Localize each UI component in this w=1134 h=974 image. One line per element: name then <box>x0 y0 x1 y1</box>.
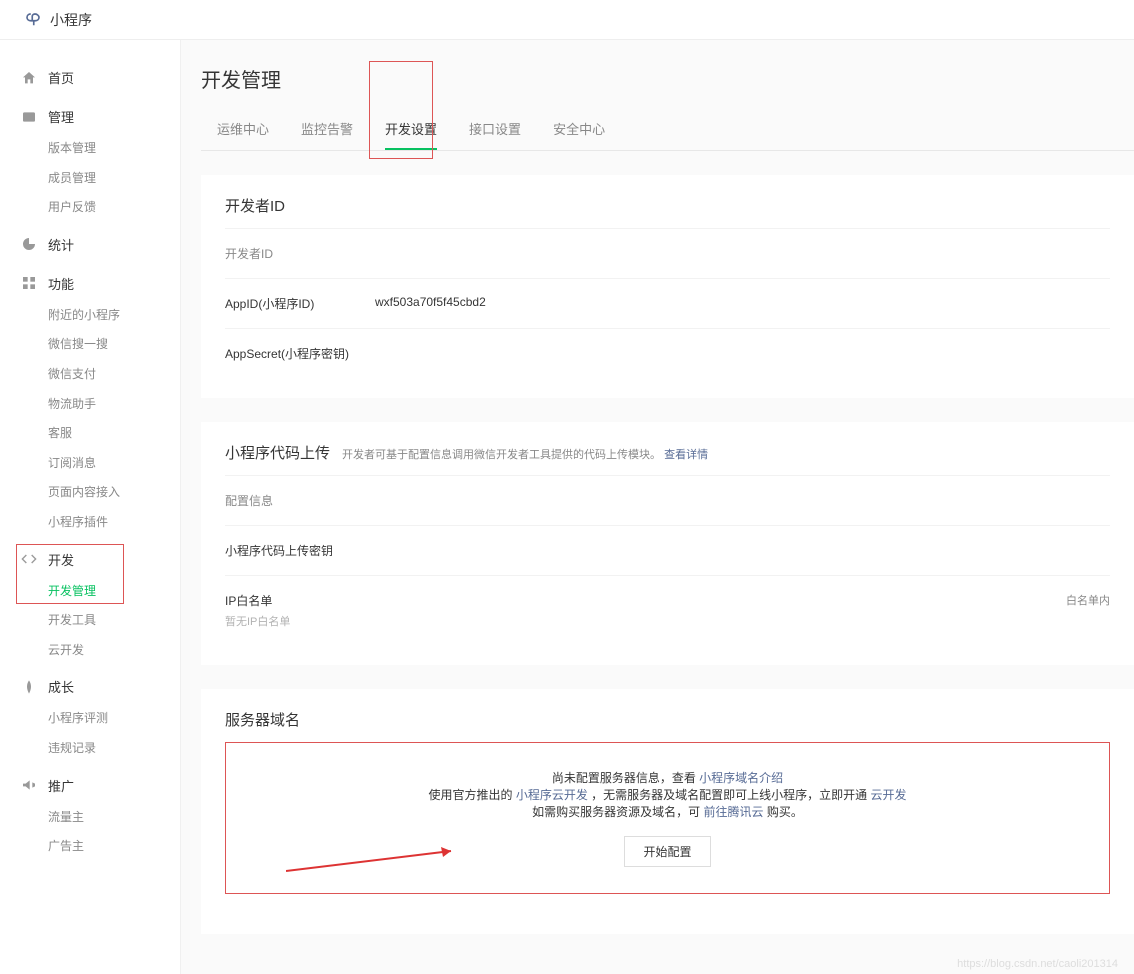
logo-icon <box>24 11 42 29</box>
main-content: 开发管理 运维中心 监控告警 开发设置 接口设置 安全中心 开发者ID 开发者I… <box>180 40 1134 974</box>
sidebar-sub-traffic[interactable]: 流量主 <box>0 803 180 833</box>
sidebar-sub-pay[interactable]: 微信支付 <box>0 360 180 390</box>
sidebar-sub-devtools[interactable]: 开发工具 <box>0 606 180 636</box>
tab-security[interactable]: 安全中心 <box>553 109 605 150</box>
sidebar-label: 开发 <box>48 550 74 569</box>
domain-line2: 使用官方推出的 小程序云开发 ，无需服务器及域名配置即可上线小程序，立即开通 云… <box>246 786 1089 803</box>
sidebar-sub-version[interactable]: 版本管理 <box>0 134 180 164</box>
sidebar-label: 成长 <box>48 677 74 696</box>
tab-ops[interactable]: 运维中心 <box>217 109 269 150</box>
sidebar-sub-nearby[interactable]: 附近的小程序 <box>0 301 180 331</box>
sidebar-sub-advertiser[interactable]: 广告主 <box>0 832 180 862</box>
devid-card: 开发者ID 开发者ID AppID(小程序ID) wxf503a70f5f45c… <box>201 175 1134 398</box>
cloud-dev-link2[interactable]: 云开发 <box>871 788 907 802</box>
upload-secret-label: 小程序代码上传密钥 <box>225 542 375 559</box>
domain-line1: 尚未配置服务器信息，查看 小程序域名介绍 <box>246 769 1089 786</box>
upload-card: 小程序代码上传 开发者可基于配置信息调用微信开发者工具提供的代码上传模块。 查看… <box>201 422 1134 665</box>
sidebar-sub-pagecontent[interactable]: 页面内容接入 <box>0 478 180 508</box>
devid-title: 开发者ID <box>225 195 1110 216</box>
sidebar-sub-violation[interactable]: 违规记录 <box>0 734 180 764</box>
domain-title: 服务器域名 <box>225 709 1110 730</box>
sidebar: 首页 管理 版本管理 成员管理 用户反馈 统计 <box>0 40 180 974</box>
tab-devsettings[interactable]: 开发设置 <box>385 109 437 150</box>
sidebar-sub-cs[interactable]: 客服 <box>0 419 180 449</box>
sidebar-label: 管理 <box>48 107 74 126</box>
devid-header-label: 开发者ID <box>225 245 375 262</box>
sidebar-item-promo[interactable]: 推广 <box>0 768 180 803</box>
tab-monitor[interactable]: 监控告警 <box>301 109 353 150</box>
sidebar-item-home[interactable]: 首页 <box>0 60 180 95</box>
growth-icon <box>20 678 38 696</box>
appid-label: AppID(小程序ID) <box>225 295 375 312</box>
sidebar-sub-plugin[interactable]: 小程序插件 <box>0 508 180 538</box>
upload-config-label: 配置信息 <box>225 492 375 509</box>
sidebar-sub-feedback[interactable]: 用户反馈 <box>0 193 180 223</box>
upload-detail-link[interactable]: 查看详情 <box>664 449 708 461</box>
sidebar-label: 首页 <box>48 68 74 87</box>
domain-card: 服务器域名 尚未配置服务器信息，查看 小程序域名介绍 使用官方推出的 小程序云开… <box>201 689 1134 934</box>
arrow-annotation-icon <box>286 845 466 875</box>
whitelist-right: 白名单内 <box>1066 592 1110 609</box>
sidebar-label: 推广 <box>48 776 74 795</box>
upload-title: 小程序代码上传 开发者可基于配置信息调用微信开发者工具提供的代码上传模块。 查看… <box>225 442 1110 463</box>
upload-sub-prefix: 开发者可基于配置信息调用微信开发者工具提供的代码上传模块。 <box>342 449 661 461</box>
sidebar-label: 功能 <box>48 274 74 293</box>
sidebar-sub-member[interactable]: 成员管理 <box>0 164 180 194</box>
page-title: 开发管理 <box>201 64 1134 109</box>
sidebar-item-stats[interactable]: 统计 <box>0 227 180 262</box>
sidebar-sub-devmgmt[interactable]: 开发管理 <box>0 577 180 607</box>
sidebar-item-growth[interactable]: 成长 <box>0 669 180 704</box>
cloud-dev-link[interactable]: 小程序云开发 <box>516 788 588 802</box>
promo-icon <box>20 776 38 794</box>
tab-api[interactable]: 接口设置 <box>469 109 521 150</box>
watermark-text: https://blog.csdn.net/caoli201314 <box>957 958 1118 970</box>
sidebar-item-dev[interactable]: 开发 <box>0 542 180 577</box>
sidebar-sub-search[interactable]: 微信搜一搜 <box>0 330 180 360</box>
topbar: 小程序 <box>0 0 1134 40</box>
upload-subtitle: 开发者可基于配置信息调用微信开发者工具提供的代码上传模块。 查看详情 <box>342 446 708 462</box>
sidebar-label: 统计 <box>48 235 74 254</box>
appsecret-label: AppSecret(小程序密钥) <box>225 345 375 362</box>
tabs: 运维中心 监控告警 开发设置 接口设置 安全中心 <box>201 109 1134 151</box>
start-config-button[interactable]: 开始配置 <box>624 836 710 867</box>
dev-icon <box>20 550 38 568</box>
domain-intro-link[interactable]: 小程序域名介绍 <box>699 771 783 785</box>
sidebar-sub-subscribe[interactable]: 订阅消息 <box>0 449 180 479</box>
sidebar-sub-clouddev[interactable]: 云开发 <box>0 636 180 666</box>
appid-value: wxf503a70f5f45cbd2 <box>375 295 486 312</box>
manage-icon <box>20 108 38 126</box>
sidebar-item-features[interactable]: 功能 <box>0 266 180 301</box>
sidebar-sub-eval[interactable]: 小程序评测 <box>0 704 180 734</box>
upload-title-text: 小程序代码上传 <box>225 442 330 463</box>
tencent-cloud-link[interactable]: 前往腾讯云 <box>703 805 763 819</box>
sidebar-sub-logistics[interactable]: 物流助手 <box>0 390 180 420</box>
app-title: 小程序 <box>50 10 92 30</box>
whitelist-empty: 暂无IP白名单 <box>225 613 1110 629</box>
stats-icon <box>20 235 38 253</box>
home-icon <box>20 69 38 87</box>
domain-line3: 如需购买服务器资源及域名，可 前往腾讯云 购买。 <box>246 803 1089 820</box>
sidebar-item-manage[interactable]: 管理 <box>0 99 180 134</box>
features-icon <box>20 274 38 292</box>
domain-config-box: 尚未配置服务器信息，查看 小程序域名介绍 使用官方推出的 小程序云开发 ，无需服… <box>225 742 1110 894</box>
whitelist-label: IP白名单 <box>225 592 375 609</box>
